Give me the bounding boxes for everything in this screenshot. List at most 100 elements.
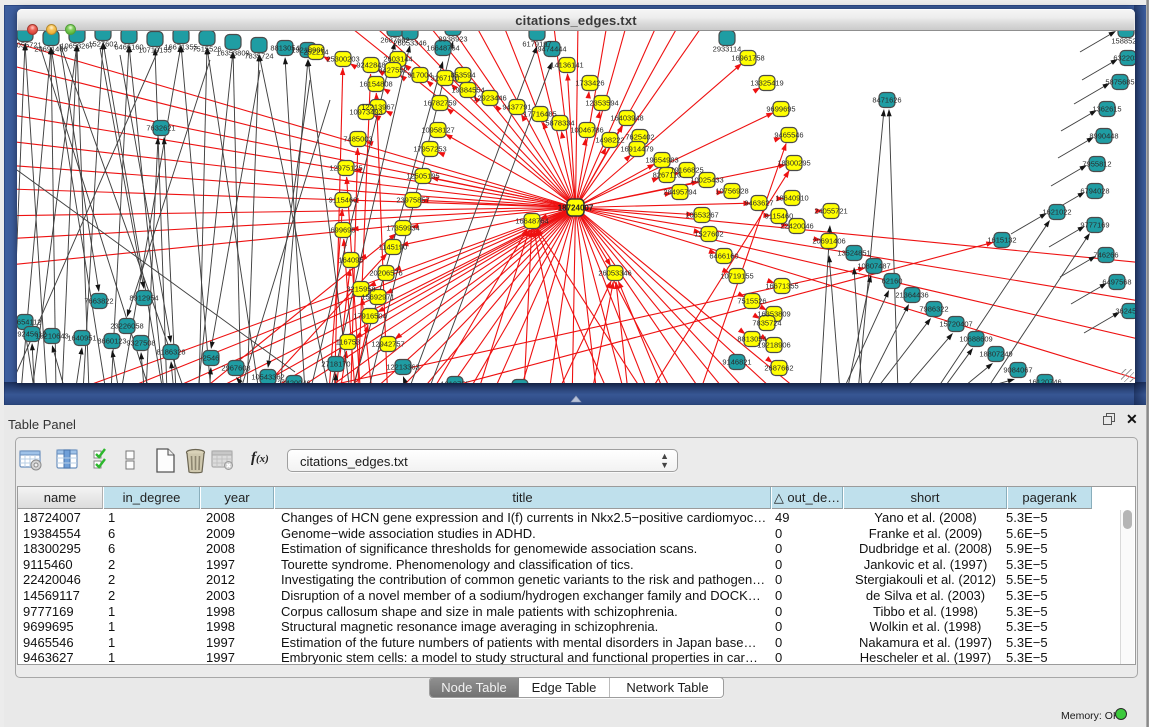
svg-text:8660123: 8660123 [97, 337, 126, 346]
svg-text:16210643: 16210643 [35, 332, 68, 341]
svg-text:16961758: 16961758 [731, 54, 764, 63]
svg-text:17957253: 17957253 [413, 145, 446, 154]
svg-text:10046786: 10046786 [570, 126, 603, 135]
svg-text:6466160: 6466160 [709, 252, 738, 261]
svg-text:8938923: 8938923 [438, 35, 467, 44]
svg-text:18807249: 18807249 [979, 350, 1012, 359]
svg-text:20691406: 20691406 [812, 237, 845, 246]
svg-text:1621022: 1621022 [1042, 208, 1071, 217]
svg-text:15692971: 15692971 [361, 293, 394, 302]
svg-text:7835724: 7835724 [752, 319, 781, 328]
svg-text:16120746: 16120746 [1028, 378, 1061, 384]
svg-text:28495794: 28495794 [663, 188, 696, 197]
svg-text:7955812: 7955812 [1082, 160, 1111, 169]
svg-text:7515526: 7515526 [737, 297, 766, 306]
svg-text:6794028: 6794028 [1080, 187, 1109, 196]
svg-text:8990448: 8990448 [1089, 132, 1118, 141]
svg-text:21364436: 21364436 [895, 291, 928, 300]
svg-text:746266: 746266 [1093, 251, 1118, 260]
svg-text:699695: 699695 [330, 226, 355, 235]
svg-text:9463627: 9463627 [744, 199, 773, 208]
svg-text:1588520: 1588520 [1111, 37, 1135, 46]
svg-text:8912954: 8912954 [129, 294, 158, 303]
svg-text:9084067: 9084067 [1003, 366, 1032, 375]
svg-text:1145190: 1145190 [379, 243, 408, 252]
svg-text:16648764: 16648764 [515, 217, 548, 226]
svg-text:23226058: 23226058 [110, 322, 143, 331]
svg-text:7625402: 7625402 [625, 133, 654, 142]
svg-text:16353809: 16353809 [757, 310, 790, 319]
svg-text:24055721: 24055721 [814, 207, 847, 216]
svg-text:18724007: 18724007 [558, 204, 594, 213]
svg-text:8471626: 8471626 [872, 96, 901, 105]
svg-text:16782759: 16782759 [423, 99, 456, 108]
svg-text:2967608: 2967608 [221, 364, 250, 373]
svg-text:116753: 116753 [336, 338, 360, 347]
svg-text:252214: 252214 [303, 48, 328, 57]
svg-text:1527602: 1527602 [88, 40, 117, 49]
svg-text:8186328: 8186328 [156, 348, 185, 357]
svg-text:12942757: 12942757 [371, 340, 404, 349]
svg-text:10756928: 10756928 [715, 187, 748, 196]
svg-text:16914479: 16914479 [620, 145, 653, 154]
svg-text:20206576: 20206576 [369, 269, 402, 278]
svg-text:12213363: 12213363 [386, 363, 419, 372]
svg-text:1362615: 1362615 [1092, 105, 1121, 114]
svg-text:22420046: 22420046 [780, 222, 813, 231]
svg-text:15720407: 15720407 [939, 320, 972, 329]
svg-text:6497568: 6497568 [1102, 278, 1131, 287]
svg-text:9327508: 9327508 [126, 339, 155, 348]
svg-text:1010755: 1010755 [440, 380, 469, 384]
svg-text:17359934: 17359934 [386, 224, 419, 233]
svg-text:10973493: 10973493 [349, 108, 382, 117]
svg-text:7485003: 7485003 [343, 135, 372, 144]
svg-text:1640951: 1640951 [67, 334, 96, 343]
svg-text:2718170: 2718170 [321, 360, 350, 369]
svg-text:7632621: 7632621 [146, 124, 175, 133]
svg-text:14136141: 14136141 [550, 61, 583, 70]
svg-text:18300295: 18300295 [777, 159, 810, 168]
svg-text:17716485: 17716485 [523, 110, 556, 119]
svg-text:16671355: 16671355 [765, 282, 798, 291]
svg-text:2603144: 2603144 [383, 55, 412, 64]
svg-text:3624554: 3624554 [1115, 307, 1135, 316]
svg-text:917004: 917004 [407, 71, 432, 80]
svg-text:1498222: 1498222 [595, 136, 624, 145]
svg-text:10025433: 10025433 [690, 176, 723, 185]
svg-text:16648764: 16648764 [426, 44, 459, 53]
svg-text:17916504: 17916504 [353, 312, 386, 321]
svg-text:25300203: 25300203 [326, 55, 359, 64]
svg-text:9699695: 9699695 [766, 105, 795, 114]
svg-text:16403948: 16403948 [610, 114, 643, 123]
svg-text:12505195: 12505195 [406, 172, 439, 181]
svg-text:1527602: 1527602 [694, 230, 723, 239]
svg-text:8427552: 8427552 [378, 66, 407, 75]
svg-text:2546: 2546 [203, 354, 220, 363]
svg-text:23420046: 23420046 [277, 379, 310, 384]
svg-text:19218906: 19218906 [757, 341, 790, 350]
svg-text:10719155: 10719155 [720, 272, 753, 281]
svg-text:18640910: 18640910 [775, 194, 808, 203]
svg-text:7663822: 7663822 [84, 297, 113, 306]
svg-text:26053346: 26053346 [598, 269, 631, 278]
svg-text:8267110: 8267110 [653, 171, 682, 180]
svg-text:1733426: 1733426 [575, 79, 604, 88]
svg-text:10688609: 10688609 [959, 335, 992, 344]
svg-text:1615132: 1615132 [987, 236, 1016, 245]
svg-text:6322037: 6322037 [1113, 54, 1135, 63]
svg-text:19654983: 19654983 [645, 156, 678, 165]
svg-text:164095: 164095 [338, 256, 363, 265]
svg-text:2933114: 2933114 [713, 45, 742, 54]
svg-text:7986322: 7986322 [919, 305, 948, 314]
svg-text:13325419: 13325419 [750, 79, 783, 88]
svg-text:5875685: 5875685 [1105, 78, 1134, 87]
svg-text:2687662: 2687662 [764, 364, 793, 373]
svg-text:853594: 853594 [450, 71, 475, 80]
svg-text:13524851: 13524851 [837, 249, 870, 258]
svg-text:10653267: 10653267 [685, 211, 718, 220]
svg-text:3454749: 3454749 [505, 383, 534, 384]
svg-text:7835724: 7835724 [244, 52, 273, 61]
svg-text:12975125: 12975125 [329, 164, 362, 173]
svg-text:10807487: 10807487 [857, 262, 890, 271]
svg-text:16154808: 16154808 [359, 80, 392, 89]
